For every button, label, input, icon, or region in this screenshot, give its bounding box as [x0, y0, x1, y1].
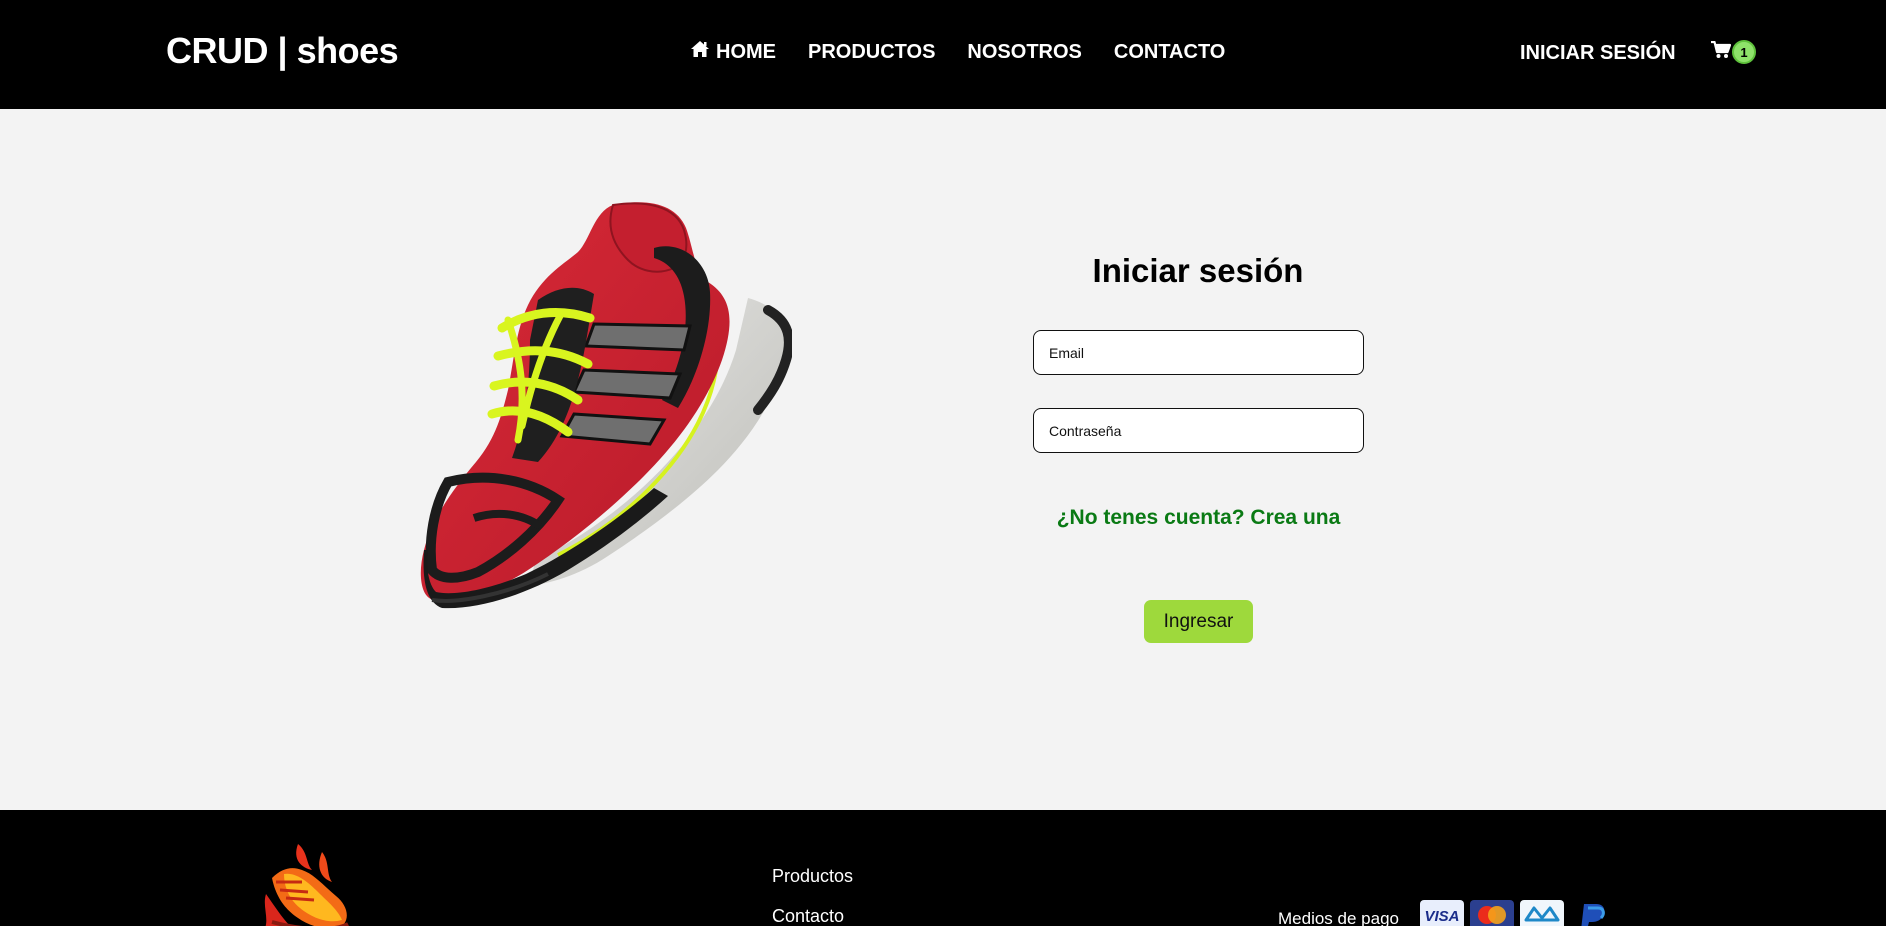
cart-button[interactable]: 1 [1711, 40, 1756, 64]
login-title: Iniciar sesión [1092, 252, 1304, 289]
svg-text:VISA: VISA [1424, 908, 1459, 925]
login-submit-button[interactable]: Ingresar [1144, 600, 1253, 643]
payment-icons: VISA [1420, 900, 1614, 926]
navbar: CRUD | shoes HOME PRODUCTOS NOSOTROS CON… [0, 0, 1886, 109]
flaming-shoe-logo [262, 838, 354, 926]
register-link[interactable]: ¿No tenes cuenta? Crea una [1033, 506, 1364, 530]
footer-link-productos[interactable]: Productos [772, 866, 853, 887]
payment-methods-label: Medios de pago [1278, 909, 1399, 926]
nav-contacto[interactable]: CONTACTO [1114, 41, 1225, 64]
nav-productos[interactable]: PRODUCTOS [808, 41, 935, 64]
visa-icon: VISA [1420, 900, 1464, 926]
brand-logo[interactable]: CRUD | shoes [166, 30, 399, 72]
mastercard-icon [1470, 900, 1514, 926]
footer-link-contacto[interactable]: Contacto [772, 906, 844, 926]
password-input[interactable] [1033, 408, 1364, 453]
mercadopago-icon [1520, 900, 1564, 926]
cart-icon [1711, 40, 1732, 64]
sneaker-image [418, 200, 794, 672]
main-nav: HOME PRODUCTOS NOSOTROS CONTACTO [690, 40, 1225, 64]
paypal-icon [1570, 900, 1614, 926]
home-icon [690, 40, 710, 64]
nav-login-link[interactable]: INICIAR SESIÓN [1520, 42, 1676, 65]
nav-nosotros[interactable]: NOSOTROS [967, 41, 1081, 64]
nav-home-label: HOME [716, 40, 776, 63]
nav-home[interactable]: HOME [690, 40, 776, 64]
footer: Productos Contacto Medios de pago VISA [0, 810, 1886, 926]
email-input[interactable] [1033, 330, 1364, 375]
cart-count-badge: 1 [1732, 40, 1756, 64]
